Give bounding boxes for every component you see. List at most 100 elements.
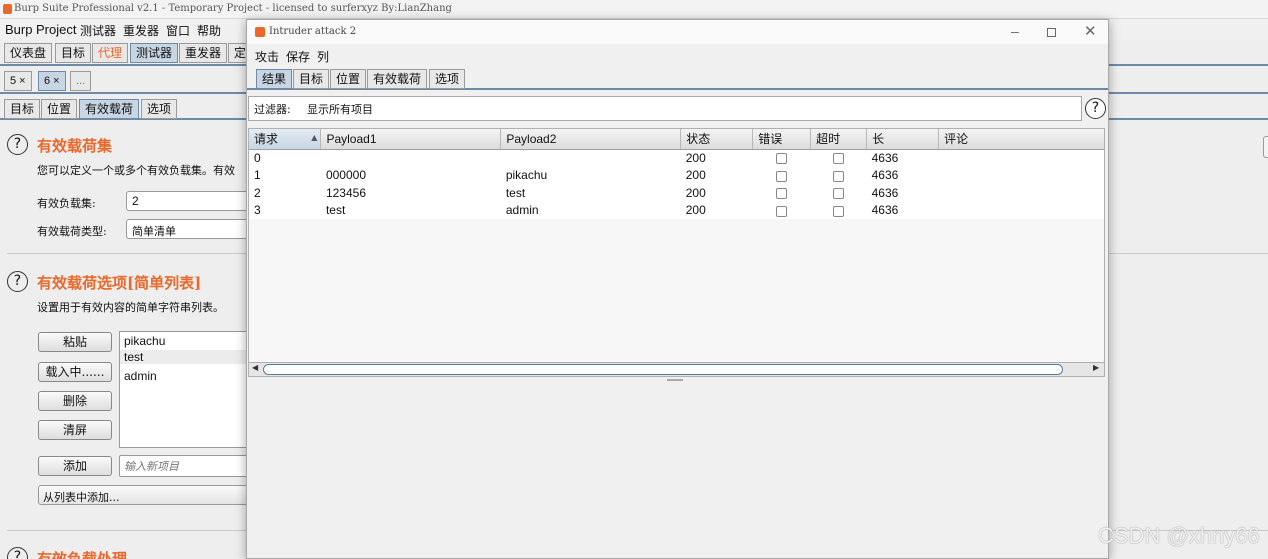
cell-payload2 (501, 149, 681, 167)
tab-dashboard[interactable]: 仪表盘 (4, 43, 53, 63)
subtab-positions[interactable]: 位置 (41, 99, 78, 119)
cell-payload1: 000000 (325, 168, 366, 183)
payload-type-select[interactable]: 简单清单 (126, 219, 248, 239)
col-request-label: 请求 (254, 132, 279, 147)
watermark: CSDN @xhny66 (1098, 523, 1260, 548)
table-row[interactable]: 3 test admin 200 4636 (249, 201, 1104, 220)
menu-window[interactable]: 窗口 (166, 22, 190, 39)
cell-length: 4636 (871, 203, 899, 218)
list-item[interactable]: admin (124, 369, 157, 383)
cell-error (753, 202, 811, 220)
tab-proxy[interactable]: 代理 (92, 43, 129, 63)
menu-project[interactable]: Project (36, 22, 76, 37)
payload-list[interactable]: pikachu test admin (119, 331, 249, 448)
col-timeout[interactable]: 超时 (810, 129, 868, 150)
filter-bar[interactable]: 过滤器: 显示所有项目 (248, 96, 1082, 121)
cell-comment (939, 202, 1104, 220)
right-edge-button[interactable] (1263, 136, 1268, 158)
menu-repeater[interactable]: 重发器 (123, 22, 159, 39)
cell-request: 3 (254, 203, 261, 218)
add-item-input[interactable] (119, 455, 249, 477)
list-item[interactable]: pikachu (124, 334, 165, 348)
close-icon[interactable]: ✕ (1084, 22, 1097, 40)
cell-status: 200 (685, 185, 706, 200)
cell-comment (939, 149, 1104, 167)
attack-window-title: Intruder attack 2 (269, 26, 357, 37)
attack-tab-more[interactable]: ... (70, 71, 92, 91)
maximize-icon[interactable] (1047, 28, 1056, 37)
paste-button[interactable]: 粘贴 (38, 332, 112, 352)
attack-tab-bar: 结果 目标 位置 有效载荷 选项 (247, 68, 1108, 90)
col-length[interactable]: 长 (866, 129, 940, 150)
subtab-payloads[interactable]: 有效载荷 (79, 99, 140, 119)
tab-target[interactable]: 目标 (55, 43, 92, 63)
cell-comment (939, 167, 1104, 185)
col-payload2[interactable]: Payload2 (500, 129, 682, 150)
error-checkbox (776, 170, 788, 182)
list-item[interactable]: test (120, 350, 248, 364)
col-payload1[interactable]: Payload1 (320, 129, 502, 150)
cell-payload1: 123456 (325, 185, 366, 200)
cell-timeout (811, 167, 867, 185)
tab-payloads[interactable]: 有效载荷 (367, 69, 428, 89)
cell-length: 4636 (871, 151, 899, 165)
payload-sets-desc: 您可以定义一个或多个有效负载集。有效 (37, 164, 235, 177)
error-checkbox (776, 205, 788, 217)
tab-target[interactable]: 目标 (293, 69, 330, 89)
col-status[interactable]: 状态 (680, 129, 754, 150)
menu-columns[interactable]: 列 (317, 48, 329, 65)
tab-options[interactable]: 选项 (429, 69, 466, 89)
attack-tab-6[interactable]: 6 × (38, 71, 66, 91)
col-error[interactable]: 错误 (752, 129, 812, 150)
menu-burp[interactable]: Burp (5, 22, 32, 37)
cell-request: 0 (254, 151, 261, 165)
remove-button[interactable]: 删除 (38, 391, 112, 411)
tab-positions[interactable]: 位置 (330, 69, 367, 89)
menu-attack[interactable]: 攻击 (255, 48, 279, 65)
menu-save[interactable]: 保存 (286, 48, 310, 65)
col-request[interactable]: 请求 ▲ (249, 129, 322, 150)
horizontal-scrollbar[interactable]: ◀ ▶ (248, 362, 1105, 377)
tab-repeater[interactable]: 重发器 (179, 43, 228, 63)
add-button[interactable]: 添加 (38, 456, 112, 476)
col-comment[interactable]: 评论 (938, 129, 1104, 150)
cell-status: 200 (685, 203, 706, 218)
cell-timeout (811, 184, 867, 202)
payload-options-title-suffix: [简单列表] (127, 274, 202, 292)
intruder-attack-window: Intruder attack 2 – ✕ 攻击 保存 列 结果 目标 位置 有… (246, 19, 1109, 559)
help-icon[interactable]: ? (1085, 98, 1106, 119)
cell-request: 2 (254, 185, 261, 200)
help-icon[interactable]: ? (7, 134, 28, 155)
scroll-right-arrow-icon[interactable]: ▶ (1093, 363, 1099, 372)
table-row[interactable]: 0 200 4636 (249, 149, 1104, 167)
attack-tab-5[interactable]: 5 × (4, 71, 32, 91)
subtab-options[interactable]: 选项 (141, 99, 178, 119)
cell-error (753, 167, 811, 185)
tab-results[interactable]: 结果 (256, 69, 293, 89)
help-icon[interactable]: ? (7, 547, 28, 559)
help-icon[interactable]: ? (7, 271, 28, 292)
tab-intruder[interactable]: 测试器 (130, 43, 179, 63)
app-title: Burp Suite Professional v2.1 - Temporary… (14, 3, 452, 14)
scroll-left-arrow-icon[interactable]: ◀ (252, 363, 258, 372)
minimize-icon[interactable]: – (1011, 23, 1019, 39)
table-row[interactable]: 2 123456 test 200 4636 (249, 184, 1104, 202)
attack-window-titlebar: Intruder attack 2 – ✕ (247, 20, 1108, 44)
load-button[interactable]: 载入中...... (38, 362, 112, 382)
tab-more[interactable]: 定 (228, 43, 248, 63)
menu-help[interactable]: 帮助 (197, 22, 221, 39)
menu-intruder[interactable]: 测试器 (80, 22, 116, 39)
add-from-list-label: 从列表中添加... (43, 491, 120, 504)
payload-processing-title: 有效负载处理 (37, 550, 128, 559)
subtab-target[interactable]: 目标 (4, 99, 41, 119)
payload-set-select[interactable]: 2 (126, 191, 248, 211)
timeout-checkbox (833, 205, 845, 217)
payload-set-label: 有效负载集: (37, 197, 96, 210)
split-divider[interactable] (667, 379, 683, 381)
table-row[interactable]: 1 000000 pikachu 200 4636 (249, 166, 1104, 185)
clear-button[interactable]: 清屏 (38, 420, 112, 440)
burp-logo-icon (3, 4, 12, 14)
add-from-list-select[interactable]: 从列表中添加... (38, 485, 250, 505)
cell-payload2: test (505, 185, 526, 200)
scrollbar-thumb[interactable] (263, 364, 1063, 375)
